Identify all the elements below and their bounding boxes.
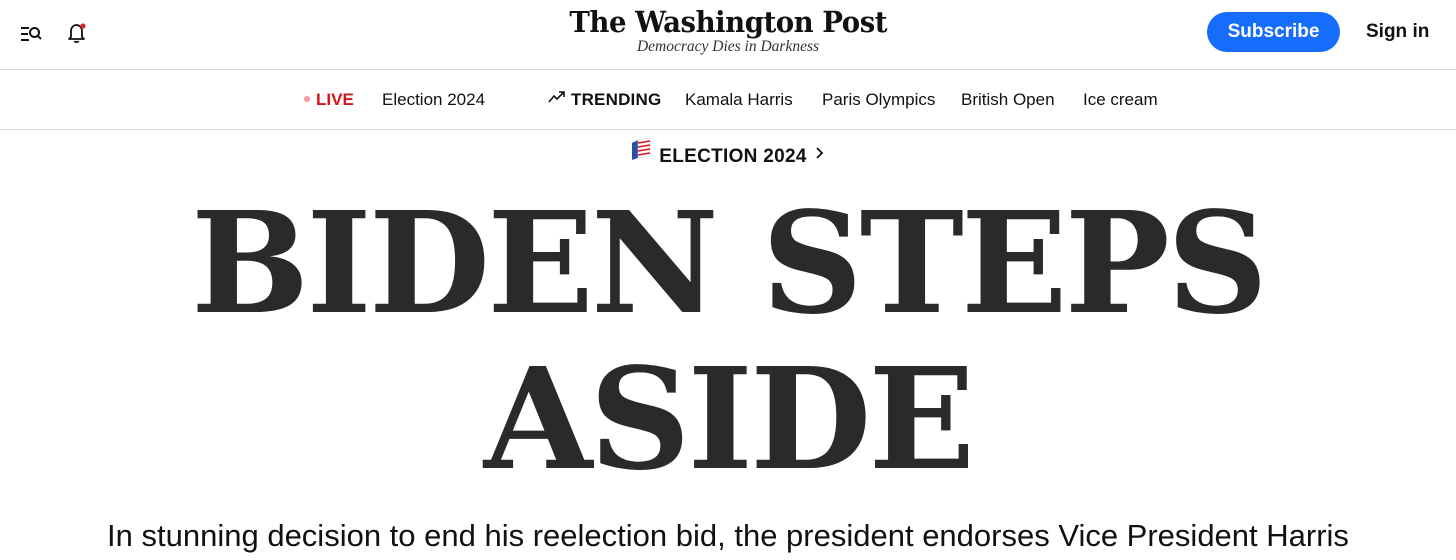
live-label: LIVE bbox=[316, 90, 354, 109]
trending-up-icon bbox=[548, 69, 566, 128]
article-kicker: ELECTION 2024 bbox=[0, 137, 1456, 174]
headline-line-1: BIDEN STEPS bbox=[190, 182, 1268, 346]
nav-link-election-2024[interactable]: Election 2024 bbox=[382, 70, 485, 129]
kicker-label: ELECTION 2024 bbox=[659, 146, 807, 167]
trending-item-kamala-harris[interactable]: Kamala Harris bbox=[685, 70, 793, 129]
site-header: The Washington Post Democracy Dies in Da… bbox=[0, 0, 1456, 70]
trending-item-british-open[interactable]: British Open bbox=[961, 70, 1055, 129]
trending-label: TRENDING bbox=[571, 90, 662, 109]
headline-line-2: ASIDE bbox=[483, 338, 975, 502]
article-headline[interactable]: BIDEN STEPS ASIDE bbox=[0, 186, 1456, 498]
trending-item-paris-olympics[interactable]: Paris Olympics bbox=[822, 70, 935, 129]
trending-header: TRENDING bbox=[548, 70, 661, 129]
kicker-link[interactable]: ELECTION 2024 bbox=[631, 137, 825, 174]
chevron-right-icon bbox=[815, 140, 825, 172]
subscribe-button[interactable]: Subscribe bbox=[1207, 12, 1340, 52]
trending-item-ice-cream[interactable]: Ice cream bbox=[1083, 70, 1158, 129]
ballot-flag-icon bbox=[631, 137, 651, 172]
article-dek: In stunning decision to end his reelecti… bbox=[107, 518, 1349, 553]
live-dot-icon bbox=[304, 95, 310, 102]
top-nav: LIVE Election 2024 TRENDING Kamala Harri… bbox=[0, 70, 1456, 130]
live-indicator[interactable]: LIVE bbox=[304, 70, 354, 129]
sign-in-link[interactable]: Sign in bbox=[1366, 12, 1429, 52]
site-logo[interactable]: The Washington Post bbox=[569, 4, 887, 40]
